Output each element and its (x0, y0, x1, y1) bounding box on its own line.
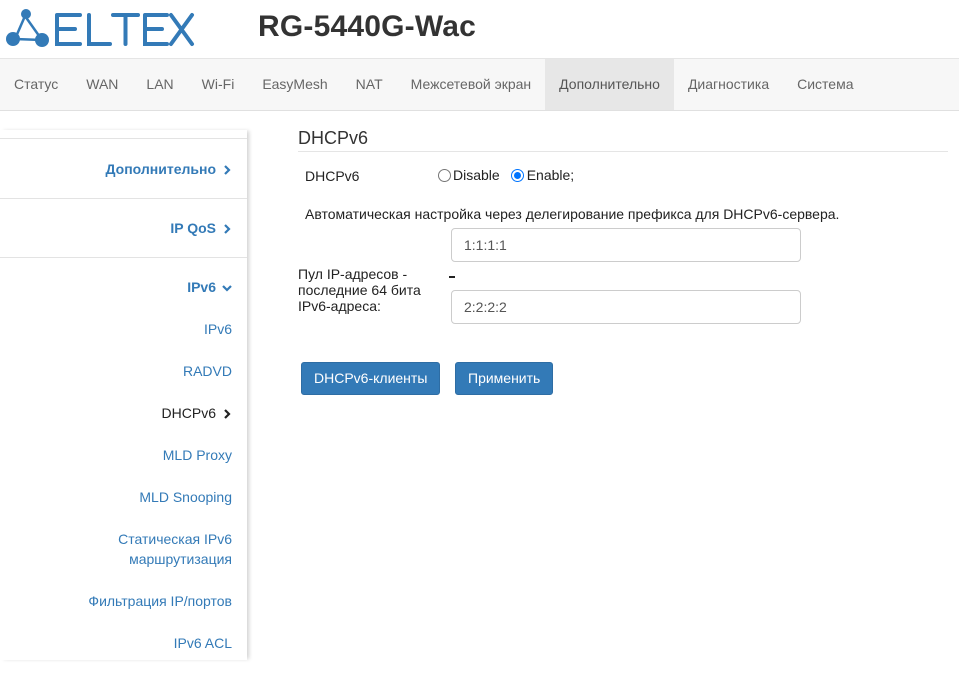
nav-tab-diagnostics[interactable]: Диагностика (674, 59, 783, 110)
disable-radio[interactable] (438, 168, 451, 182)
nav-tab-nat[interactable]: NAT (342, 59, 397, 110)
nav-tab-system[interactable]: Система (783, 59, 867, 110)
nav-tab-status[interactable]: Статус (0, 59, 72, 110)
main-content: DHCPv6 (298, 128, 948, 152)
enable-radio-label: Enable; (526, 167, 575, 183)
chevron-right-icon (224, 224, 231, 235)
sidebar-group-ipqos[interactable]: IP QoS (170, 220, 232, 236)
chevron-right-icon (224, 165, 231, 176)
sidebar: Дополнительно IP QoS IPv6 IPv6 RADVD DHC… (0, 130, 247, 660)
sidebar-item-label: маршрутизация (129, 551, 232, 567)
dhcpv6-clients-button[interactable]: DHCPv6-клиенты (301, 362, 441, 395)
sidebar-group-label: Дополнительно (105, 161, 216, 177)
apply-button[interactable]: Применить (455, 362, 554, 395)
sidebar-item-static-routing[interactable]: Статическая IPv6 маршрутизация (32, 529, 232, 569)
prefix-delegation-description: Автоматическая настройка через делегиров… (305, 206, 840, 222)
nav-tab-firewall[interactable]: Межсетевой экран (397, 59, 546, 110)
disable-radio-label: Disable (453, 167, 500, 183)
pool-start-input[interactable]: 1:1:1:1 (451, 228, 801, 262)
dhcpv6-radio-group: Disable Enable; (438, 167, 574, 183)
product-title: RG-5440G-Wac (258, 10, 477, 43)
pool-end-input[interactable]: 2:2:2:2 (451, 290, 801, 324)
sidebar-divider (0, 138, 247, 139)
sidebar-item-label: Статическая IPv6 (118, 531, 232, 547)
dhcpv6-label: DHCPv6 (305, 168, 360, 184)
sidebar-divider (0, 257, 247, 258)
sidebar-item-mld-snooping[interactable]: MLD Snooping (139, 489, 232, 505)
nav-tab-lan[interactable]: LAN (132, 59, 187, 110)
nav-tab-wifi[interactable]: Wi-Fi (188, 59, 249, 110)
sidebar-item-dhcpv6[interactable]: DHCPv6 (162, 405, 232, 421)
page-title: DHCPv6 (298, 128, 948, 152)
sidebar-item-label: DHCPv6 (161, 405, 216, 421)
nav-tab-easymesh[interactable]: EasyMesh (248, 59, 341, 110)
sidebar-group-label: IP QoS (170, 220, 216, 236)
chevron-right-icon (224, 409, 231, 420)
sidebar-item-ipv6[interactable]: IPv6 (204, 321, 232, 337)
sidebar-divider (0, 198, 247, 199)
sidebar-item-mld-proxy[interactable]: MLD Proxy (163, 447, 232, 463)
pool-label: Пул IP-адресов - последние 64 бита IPv6-… (298, 266, 421, 314)
eltex-logo[interactable] (5, 7, 195, 49)
sidebar-item-radvd[interactable]: RADVD (183, 363, 232, 379)
sidebar-item-ipv6-acl[interactable]: IPv6 ACL (174, 635, 232, 651)
sidebar-group-ipv6[interactable]: IPv6 (187, 279, 232, 295)
nav-tab-advanced[interactable]: Дополнительно (545, 59, 674, 110)
nav-tab-wan[interactable]: WAN (72, 59, 132, 110)
chevron-down-icon (222, 285, 232, 292)
range-dash (449, 276, 455, 278)
sidebar-item-ip-port-filter[interactable]: Фильтрация IP/портов (88, 593, 232, 609)
sidebar-group-label: IPv6 (187, 279, 216, 295)
enable-radio[interactable] (510, 168, 524, 182)
top-nav: Статус WAN LAN Wi-Fi EasyMesh NAT Межсет… (0, 58, 959, 111)
header: RG-5440G-Wac (0, 0, 959, 58)
sidebar-group-advanced[interactable]: Дополнительно (106, 161, 232, 177)
